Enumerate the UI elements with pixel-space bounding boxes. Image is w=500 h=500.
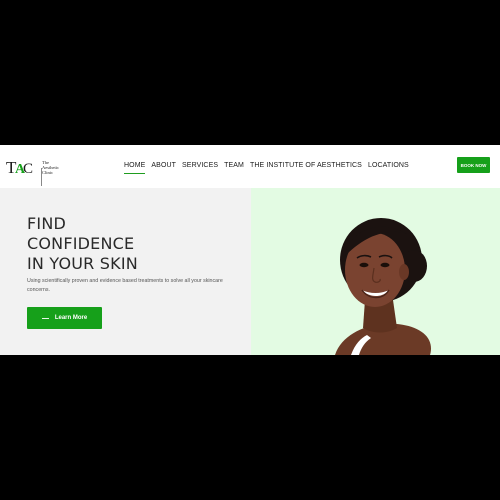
logo-monogram-icon: T A C <box>6 158 33 177</box>
nav-item-institute-of-aesthetics[interactable]: THE INSTITUTE OF AESTHETICS <box>250 161 362 171</box>
hero-text-panel: FIND CONFIDENCE IN YOUR SKIN Using scien… <box>0 188 251 355</box>
hero-section: FIND CONFIDENCE IN YOUR SKIN Using scien… <box>0 188 500 355</box>
logo-text-line3: Clinic <box>42 169 53 175</box>
nav-item-services[interactable]: SERVICES <box>182 161 218 171</box>
hero-image-panel <box>251 188 500 355</box>
book-now-button[interactable]: BOOK NOW <box>457 157 490 173</box>
site-header: T A C The Aesthetic Clinic HOME ABOUT SE… <box>0 145 500 188</box>
nav-item-team[interactable]: TEAM <box>224 161 244 171</box>
nav-item-about[interactable]: ABOUT <box>151 161 176 171</box>
logo-wordmark: The Aesthetic Clinic <box>42 160 59 175</box>
hero-title: FIND CONFIDENCE IN YOUR SKIN <box>27 214 237 274</box>
website-viewport: T A C The Aesthetic Clinic HOME ABOUT SE… <box>0 145 500 355</box>
dash-icon <box>41 317 49 319</box>
learn-more-button[interactable]: Learn More <box>27 307 102 329</box>
hero-title-line: IN YOUR SKIN <box>27 254 138 273</box>
hero-subtitle: Using scientifically proven and evidence… <box>27 278 223 293</box>
woman-portrait-image <box>335 218 431 355</box>
logo-divider <box>41 168 42 186</box>
logo[interactable]: T A C The Aesthetic Clinic <box>6 155 66 186</box>
learn-more-label: Learn More <box>54 315 88 321</box>
page: T A C The Aesthetic Clinic HOME ABOUT SE… <box>0 0 500 500</box>
hero-title-line: CONFIDENCE <box>27 234 135 253</box>
nav-item-home[interactable]: HOME <box>124 161 146 174</box>
nav-item-locations[interactable]: LOCATIONS <box>368 161 409 171</box>
svg-text:C: C <box>23 161 33 177</box>
hero-title-line: FIND <box>27 214 67 233</box>
main-nav: HOME ABOUT SERVICES TEAM THE INSTITUTE O… <box>124 161 409 174</box>
